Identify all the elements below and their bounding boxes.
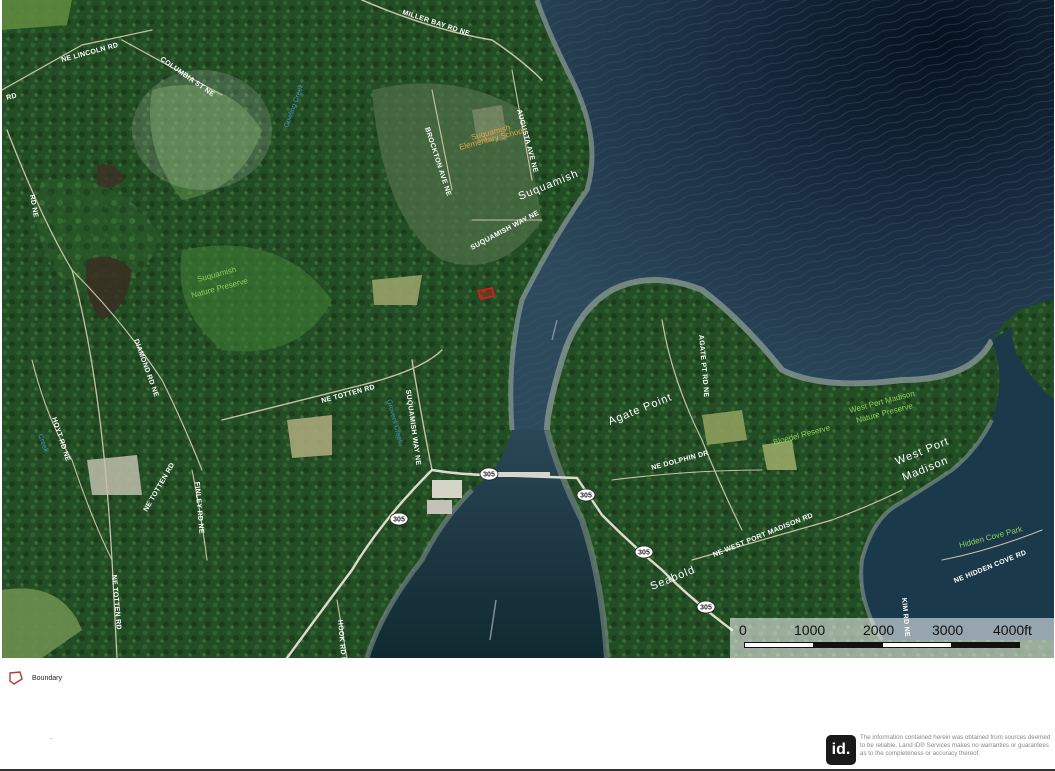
scale-tick-2000: 2000 xyxy=(863,622,895,638)
scale-segment-2 xyxy=(813,642,883,648)
svg-text:305: 305 xyxy=(638,550,650,557)
footer-disclaimer: The information contained herein was obt… xyxy=(860,734,1051,757)
scale-tick-0: 0 xyxy=(739,622,747,638)
scale-segment-4 xyxy=(951,642,1020,648)
svg-text:305: 305 xyxy=(700,605,712,612)
landid-logo: id. xyxy=(826,735,856,765)
boundary-legend-icon xyxy=(9,671,23,685)
hwy-305-shield-4: 305 xyxy=(634,545,654,559)
agate-pass-bridge xyxy=(490,472,550,477)
scale-tick-4000: 4000ft xyxy=(993,622,1032,638)
hwy-305-shield-5: 305 xyxy=(696,600,716,614)
legend: Boundary xyxy=(8,670,62,686)
svg-text:305: 305 xyxy=(483,472,495,479)
footer-mark xyxy=(50,738,53,739)
svg-text:305: 305 xyxy=(580,493,592,500)
scale-segment-3 xyxy=(882,642,952,648)
satellite-map[interactable]: 305 305 305 305 305 MILLER BAY RD NE NE … xyxy=(2,0,1054,658)
hwy-305-shield-1: 305 xyxy=(479,467,499,481)
svg-text:305: 305 xyxy=(393,517,405,524)
scale-tick-3000: 3000 xyxy=(932,622,964,638)
scale-tick-1000: 1000 xyxy=(794,622,826,638)
scale-segment-1 xyxy=(744,642,814,648)
legend-label-boundary: Boundary xyxy=(32,674,62,682)
hwy-305-shield-3: 305 xyxy=(389,512,409,526)
hwy-305-shield-2: 305 xyxy=(576,488,596,502)
scale-bar: 0 1000 2000 3000 4000ft xyxy=(730,618,1054,658)
